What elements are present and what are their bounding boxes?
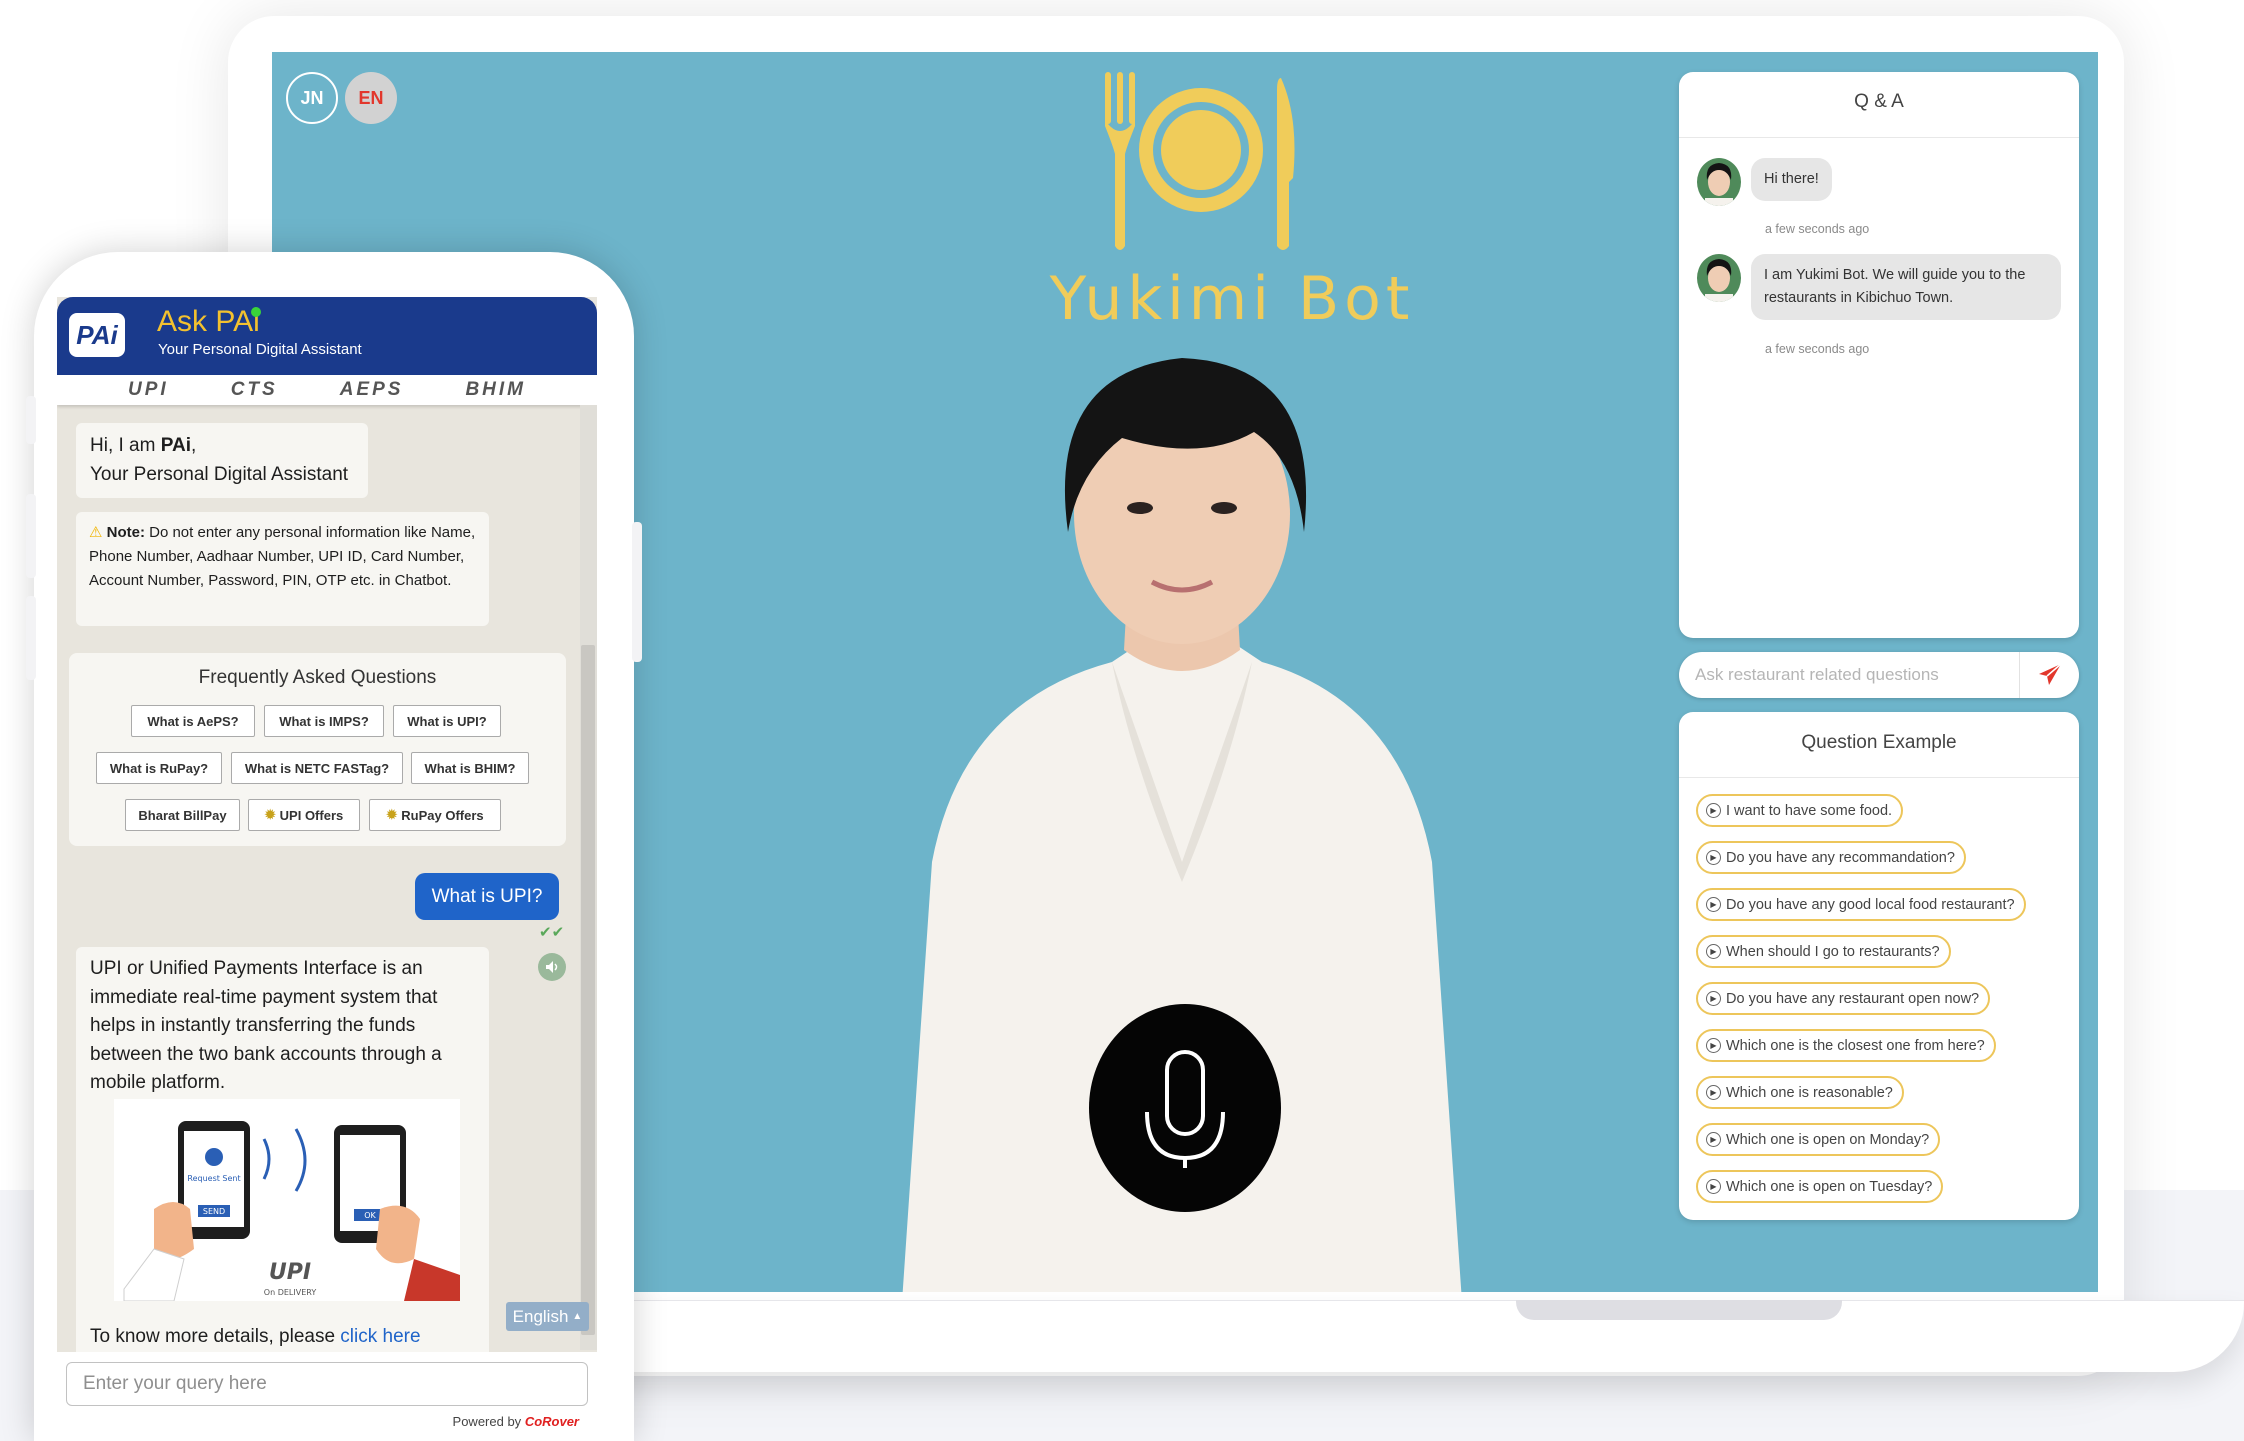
play-circle-icon: ▶ [1706, 850, 1721, 865]
pai-logo: PAi [69, 313, 125, 357]
faq-button[interactable]: What is UPI? [393, 705, 501, 737]
play-circle-icon: ▶ [1706, 991, 1721, 1006]
faq-button[interactable]: What is BHIM? [411, 752, 529, 784]
microphone-icon [1145, 1050, 1225, 1168]
message-bubble: Hi there! [1751, 158, 1832, 201]
language-select[interactable]: English ▲ [506, 1302, 589, 1331]
ask-bar [1679, 652, 2079, 698]
play-circle-icon: ▶ [1706, 1179, 1721, 1194]
faq-button[interactable]: Bharat BillPay [125, 799, 240, 831]
svg-text:SEND: SEND [203, 1207, 225, 1216]
play-circle-icon: ▶ [1706, 1038, 1721, 1053]
play-circle-icon: ▶ [1706, 944, 1721, 959]
svg-text:OK: OK [364, 1211, 376, 1220]
faq-title: Frequently Asked Questions [198, 667, 437, 688]
note-bubble: ⚠ Note: Do not enter any personal inform… [76, 512, 489, 626]
speaker-button[interactable] [538, 953, 566, 981]
scrollbar-thumb[interactable] [581, 645, 595, 1335]
qa-panel: Q & A Hi there! a few seconds ago I am Y… [1679, 72, 2079, 638]
qa-title: Q & A [1679, 72, 2079, 138]
faq-button[interactable]: ✹ RuPay Offers [369, 799, 501, 831]
powered-by: Powered by CoRover [452, 1414, 579, 1429]
laptop-base [560, 1300, 2244, 1372]
plate-cutlery-icon [1105, 72, 1295, 250]
faq-box: Frequently Asked Questions What is AePS?… [69, 653, 566, 846]
pai-header: PAi Ask PAi Your Personal Digital Assist… [57, 297, 597, 375]
pai-subtitle: Your Personal Digital Assistant [158, 341, 362, 358]
question-example-title: Question Example [1679, 712, 2079, 778]
example-question-chip[interactable]: ▶ Which one is open on Tuesday? [1696, 1170, 1944, 1203]
bot-avatar [1697, 158, 1741, 206]
language-jn-button[interactable]: JN [286, 72, 338, 124]
cts-logo: CTS [230, 379, 278, 400]
read-receipt-icon: ✔✔ [539, 924, 565, 941]
microphone-button[interactable] [1089, 1004, 1281, 1212]
example-question-chip[interactable]: ▶ Which one is reasonable? [1696, 1076, 1904, 1109]
example-question-chip[interactable]: ▶ When should I go to restaurants? [1696, 935, 1951, 968]
pai-footer: Powered by CoRover [57, 1352, 597, 1441]
svg-text:UPI: UPI [269, 1260, 311, 1285]
upi-logo: UPI [128, 379, 169, 400]
phone-side-button [26, 596, 36, 680]
example-question-chip[interactable]: ▶ Do you have any recommandation? [1696, 841, 1966, 874]
pai-chat-screen: PAi Ask PAi Your Personal Digital Assist… [57, 297, 597, 1441]
play-circle-icon: ▶ [1706, 897, 1721, 912]
phone-side-button [632, 522, 642, 662]
send-icon [2038, 663, 2061, 685]
faq-button[interactable]: What is IMPS? [264, 705, 384, 737]
aeps-logo: AEPS [339, 379, 404, 400]
message-time: a few seconds ago [1765, 222, 1870, 236]
phone-side-button [26, 396, 36, 444]
online-status-dot [251, 307, 261, 317]
pai-title: Ask PAi [157, 305, 260, 338]
faq-button[interactable]: What is RuPay? [96, 752, 222, 784]
question-example-panel: Question Example ▶ I want to have some fo… [1679, 712, 2079, 1220]
laptop-notch [1516, 1300, 1842, 1320]
bot-avatar [1697, 254, 1741, 302]
ask-input[interactable] [1679, 652, 2015, 698]
play-circle-icon: ▶ [1706, 1132, 1721, 1147]
greeting-bubble: Hi, I am PAi, Your Personal Digital Assi… [76, 423, 368, 498]
example-question-chip[interactable]: ▶ Which one is the closest one from here? [1696, 1029, 1996, 1062]
partner-logos: UPI CTS AEPS BHIM [57, 375, 597, 405]
message-time: a few seconds ago [1765, 342, 1870, 356]
faq-button[interactable]: ✹ UPI Offers [248, 799, 360, 831]
bot-message: Hi there! [1697, 158, 1832, 206]
upi-illustration: Request Sent SEND OK UPI On DELIVERY [114, 1099, 460, 1301]
example-question-chip[interactable]: ▶ I want to have some food. [1696, 794, 1904, 827]
faq-button[interactable]: What is NETC FASTag? [231, 752, 403, 784]
answer-bubble: UPI or Unified Payments Interface is an … [76, 947, 489, 1367]
play-circle-icon: ▶ [1706, 1085, 1721, 1100]
play-circle-icon: ▶ [1706, 803, 1721, 818]
svg-text:On DELIVERY: On DELIVERY [264, 1288, 317, 1297]
svg-text:Request Sent: Request Sent [187, 1174, 240, 1183]
click-here-link[interactable]: click here [340, 1326, 420, 1347]
faq-button[interactable]: What is AePS? [131, 705, 255, 737]
chevron-up-icon: ▲ [572, 1311, 583, 1322]
phone-side-button [26, 494, 36, 578]
send-button[interactable] [2019, 652, 2079, 698]
example-question-chip[interactable]: ▶ Do you have any good local food restaur… [1696, 888, 2026, 921]
example-question-chip[interactable]: ▶ Which one is open on Monday? [1696, 1123, 1941, 1156]
offer-badge-icon: ✹ [386, 807, 398, 822]
bot-title: Yukimi Bot [1049, 264, 1415, 334]
bhim-logo: BHIM [465, 379, 526, 400]
query-input[interactable] [66, 1362, 588, 1406]
bot-message: I am Yukimi Bot. We will guide you to th… [1697, 254, 2061, 320]
warning-icon: ⚠ [89, 524, 103, 541]
user-message: What is UPI? [415, 873, 559, 920]
language-en-button[interactable]: EN [345, 72, 397, 124]
speaker-icon [546, 961, 558, 973]
message-bubble: I am Yukimi Bot. We will guide you to th… [1751, 254, 2061, 320]
example-question-chip[interactable]: ▶ Do you have any restaurant open now? [1696, 982, 1991, 1015]
offer-badge-icon: ✹ [264, 807, 276, 822]
